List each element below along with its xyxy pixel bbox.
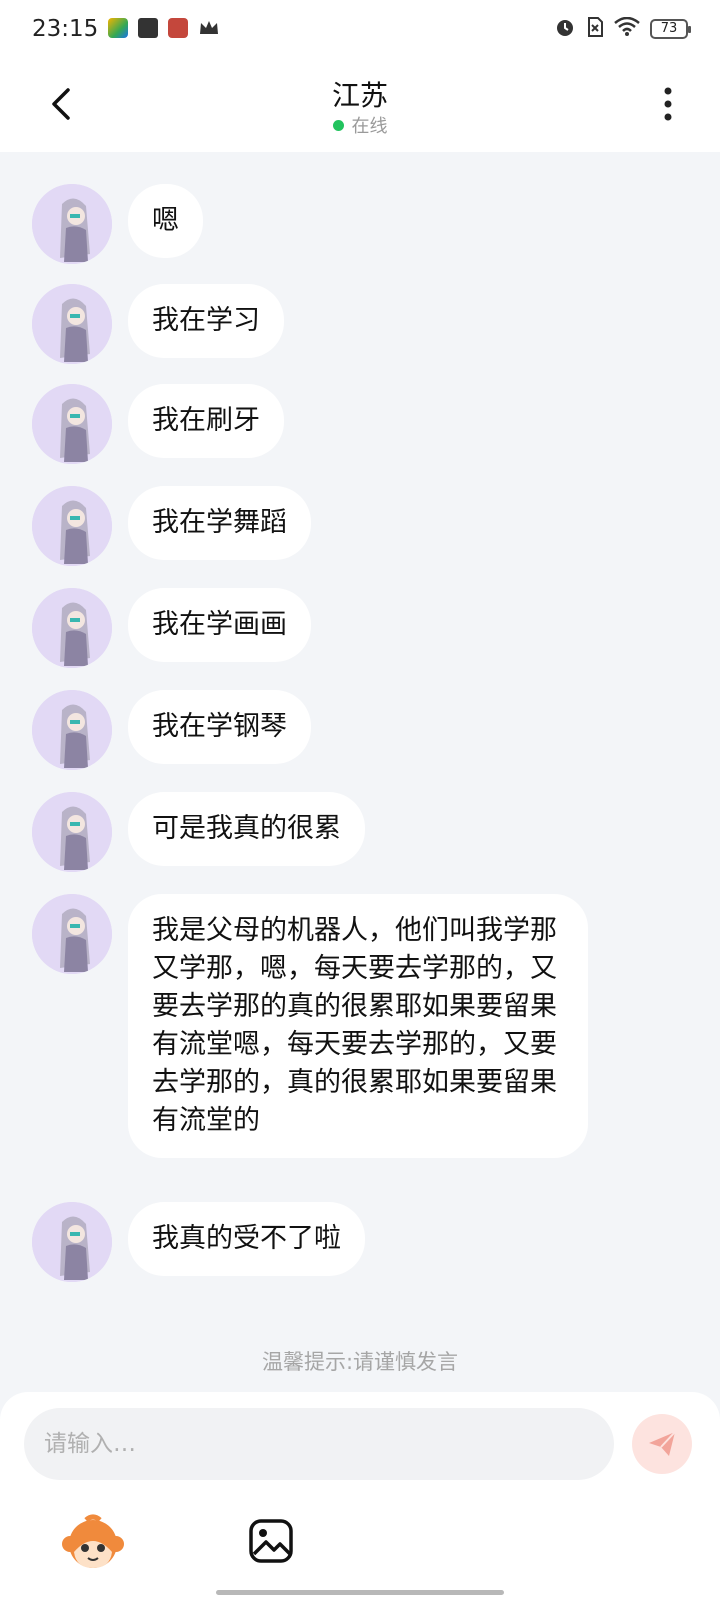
more-options-button[interactable] bbox=[646, 82, 690, 126]
calendar-icon bbox=[168, 18, 188, 38]
avatar[interactable] bbox=[32, 284, 112, 364]
message-row: 我在学习 bbox=[32, 284, 284, 364]
message-row: 我是父母的机器人，他们叫我学那又学那，嗯，每天要去学那的，又要去学那的真的很累耶… bbox=[32, 894, 588, 1158]
online-status: 在线 bbox=[0, 112, 720, 138]
avatar[interactable] bbox=[32, 486, 112, 566]
avatar[interactable] bbox=[32, 792, 112, 872]
message-row: 可是我真的很累 bbox=[32, 792, 365, 872]
safety-tip: 温馨提示:请谨慎发言 bbox=[261, 1350, 459, 1374]
send-button[interactable] bbox=[632, 1414, 692, 1474]
message-input[interactable] bbox=[24, 1408, 614, 1480]
message-bubble[interactable]: 我在刷牙 bbox=[128, 384, 284, 458]
chat-header: 江苏 在线 bbox=[0, 60, 720, 152]
emoji-button[interactable] bbox=[60, 1512, 126, 1572]
message-bubble[interactable]: 我在学习 bbox=[128, 284, 284, 358]
message-row: 我在学舞蹈 bbox=[32, 486, 311, 566]
video-app-icon bbox=[108, 18, 128, 38]
system-icons: 73 bbox=[554, 16, 691, 42]
send-icon bbox=[649, 1431, 676, 1456]
contact-name: 江苏 bbox=[331, 79, 388, 112]
message-row: 我在刷牙 bbox=[32, 384, 284, 464]
message-bubble[interactable]: 嗯 bbox=[128, 184, 203, 258]
no-sim-icon bbox=[586, 16, 604, 42]
message-bubble[interactable]: 我在学舞蹈 bbox=[128, 486, 311, 560]
image-icon bbox=[249, 1519, 293, 1563]
message-row: 我真的受不了啦 bbox=[32, 1202, 365, 1282]
message-row: 我在学钢琴 bbox=[32, 690, 311, 770]
home-indicator[interactable] bbox=[216, 1590, 504, 1595]
avatar[interactable] bbox=[32, 184, 112, 264]
alarm-icon bbox=[554, 16, 576, 42]
image-button[interactable] bbox=[248, 1518, 294, 1564]
message-row: 我在学画画 bbox=[32, 588, 311, 668]
avatar[interactable] bbox=[32, 588, 112, 668]
book-icon bbox=[138, 18, 158, 38]
monkey-emoji-icon bbox=[62, 1514, 124, 1568]
more-vertical-icon bbox=[664, 87, 672, 121]
avatar[interactable] bbox=[32, 690, 112, 770]
status-time: 23:15 bbox=[32, 16, 99, 42]
message-bubble[interactable]: 我在学画画 bbox=[128, 588, 311, 662]
message-bubble[interactable]: 我真的受不了啦 bbox=[128, 1202, 365, 1276]
crown-icon bbox=[198, 18, 218, 38]
online-status-label: 在线 bbox=[351, 116, 388, 137]
avatar[interactable] bbox=[32, 1202, 112, 1282]
message-bubble[interactable]: 可是我真的很累 bbox=[128, 792, 365, 866]
composer bbox=[0, 1392, 720, 1600]
message-bubble[interactable]: 我是父母的机器人，他们叫我学那又学那，嗯，每天要去学那的，又要去学那的真的很累耶… bbox=[128, 894, 588, 1158]
online-dot-icon bbox=[332, 119, 344, 131]
message-bubble[interactable]: 我在学钢琴 bbox=[128, 690, 311, 764]
notification-icons bbox=[108, 18, 218, 38]
battery-icon: 73 bbox=[650, 19, 691, 39]
wifi-icon bbox=[614, 16, 640, 41]
avatar[interactable] bbox=[32, 384, 112, 464]
status-bar: 23:15 73 bbox=[0, 0, 720, 60]
message-row: 嗯 bbox=[32, 184, 203, 264]
avatar[interactable] bbox=[32, 894, 112, 974]
